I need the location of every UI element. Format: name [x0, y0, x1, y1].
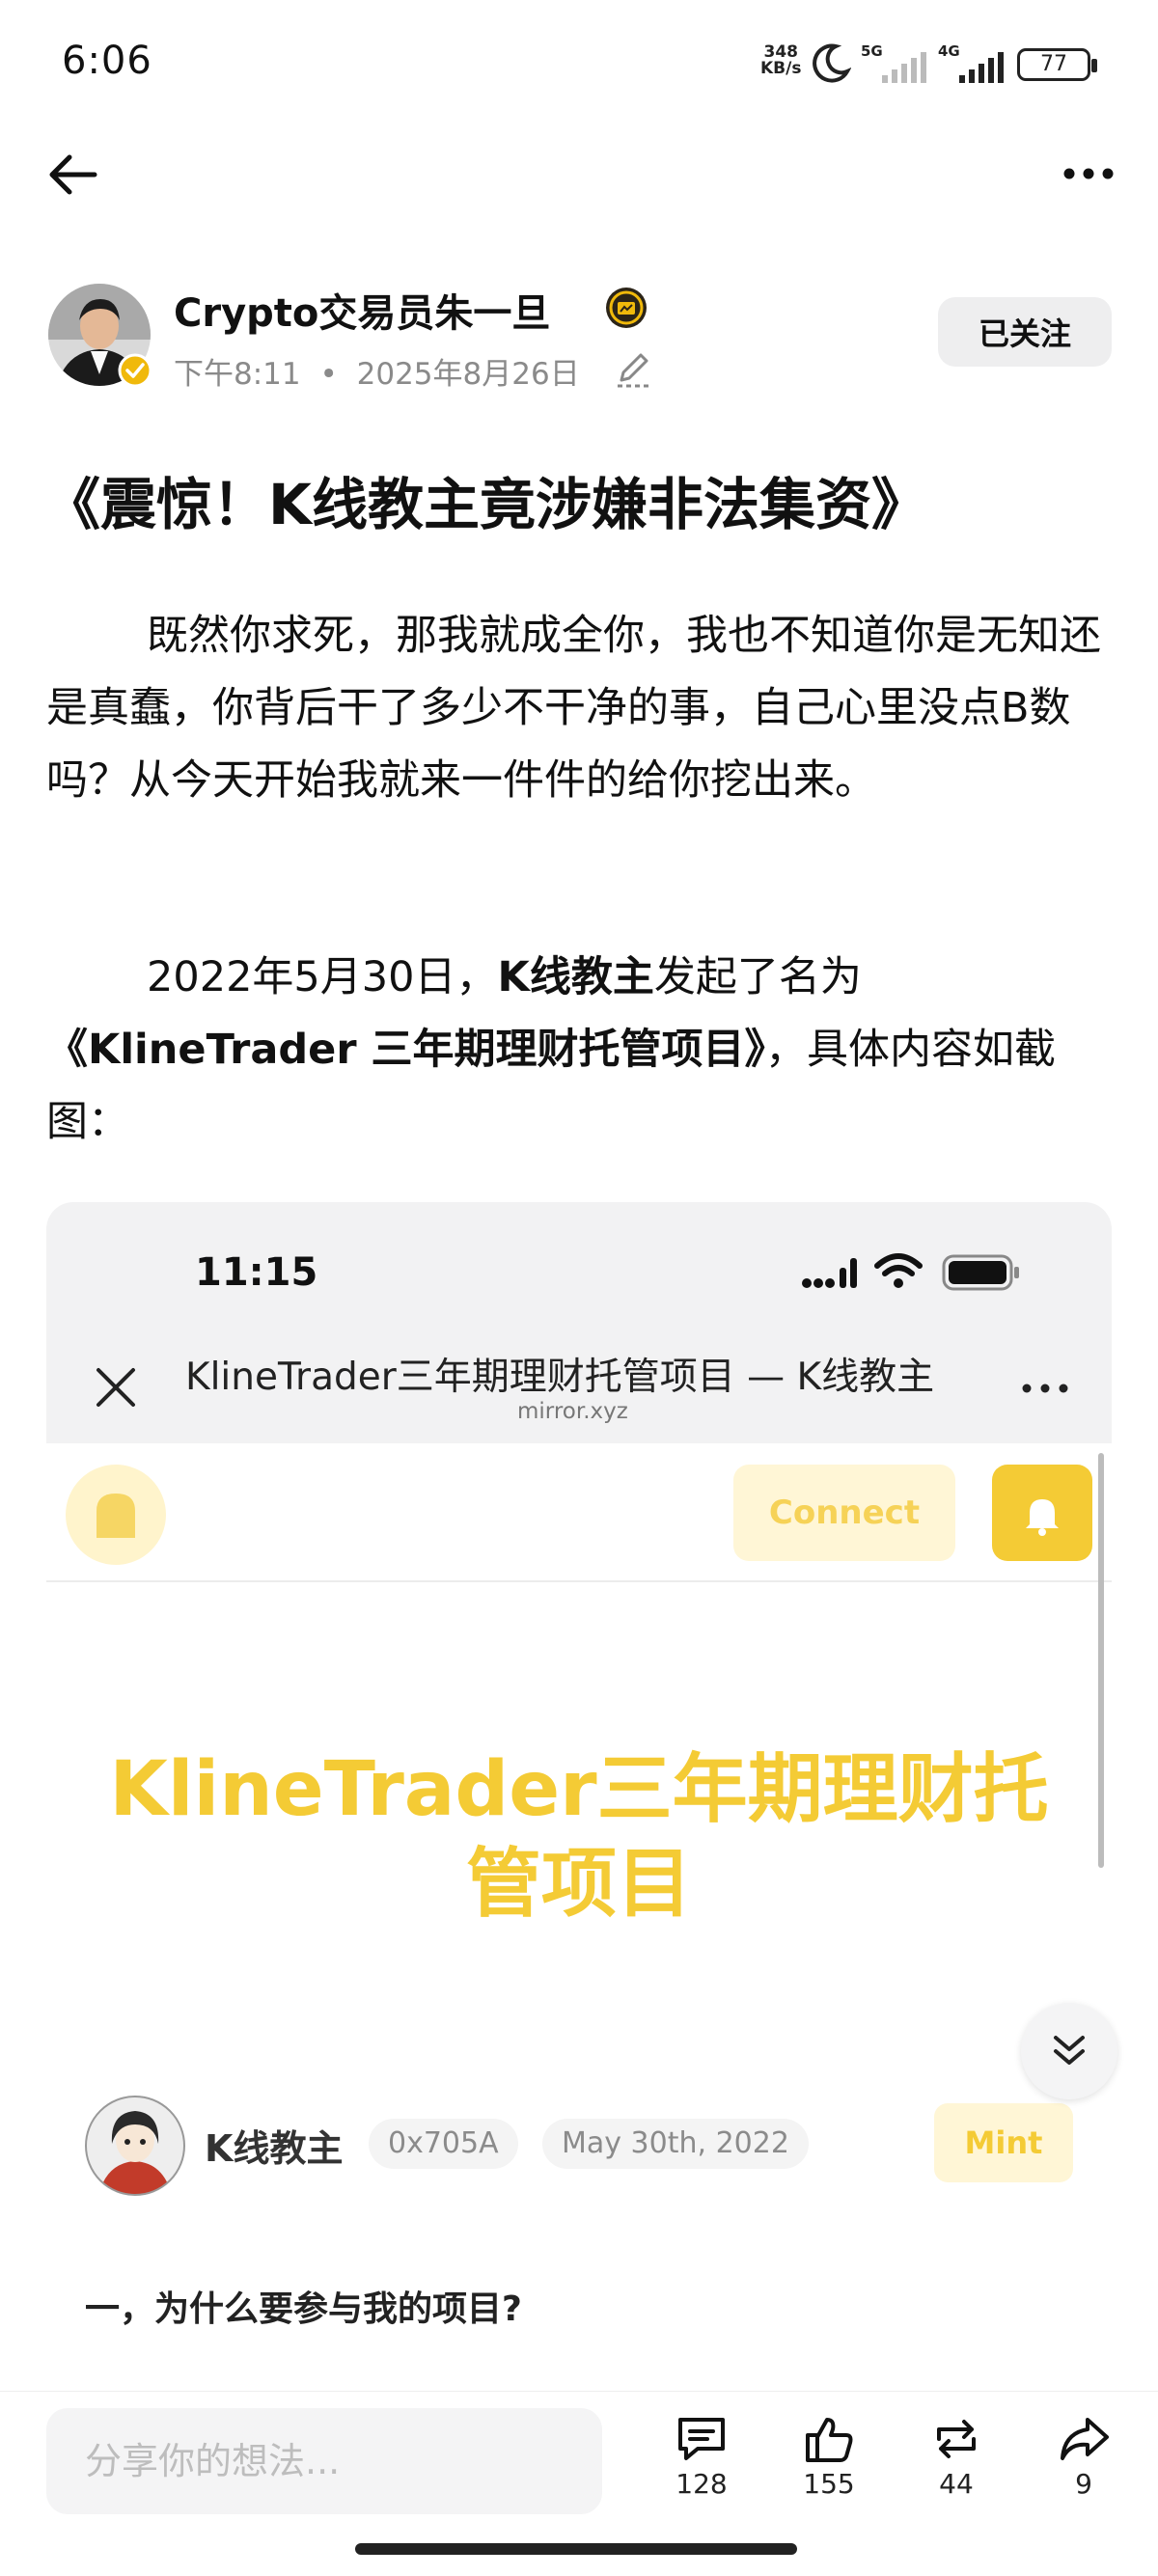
comment-count: 128: [676, 2468, 728, 2500]
embedded-close-icon: [96, 1368, 135, 1407]
network-speed-unit: KB/s: [760, 59, 802, 78]
repost-count: 44: [939, 2468, 974, 2500]
share-icon: [1061, 2418, 1109, 2460]
creator-badge-icon: [606, 288, 647, 328]
scroll-down-button[interactable]: [1021, 2003, 1117, 2099]
article-paragraph-1: 既然你求死，那我就成全你，我也不知道你是无知还是真蠢，你背后干了多少不干净的事，…: [46, 612, 1101, 805]
para2-text: 发起了名为: [653, 953, 862, 1001]
moon-icon: [813, 43, 851, 83]
embedded-heading-line1: KlineTrader三年期理财托: [109, 1746, 1049, 1833]
repost-icon: [937, 2420, 976, 2458]
post-date: 2025年8月26日: [356, 357, 580, 392]
status-time: 6:06: [62, 39, 152, 83]
battery-icon: 77: [1017, 48, 1097, 81]
post-time: 下午8:11: [174, 357, 301, 392]
embedded-connect-button: Connect: [733, 1465, 955, 1561]
signal-4g-icon: 4G: [938, 42, 1007, 85]
thumbs-up-icon: [806, 2418, 853, 2462]
like-count: 155: [803, 2468, 855, 2500]
share-action[interactable]: 9: [1031, 2414, 1137, 2500]
embedded-heading-line2: 管项目: [465, 1841, 692, 1928]
embedded-subheading: 一，为什么要参与我的项目?: [85, 2289, 522, 2329]
embedded-battery-icon: [942, 1254, 1019, 1291]
embedded-author-avatar: [85, 2096, 185, 2196]
article-paragraph-2: 2022年5月30日，K线教主发起了名为《KlineTrader 三年期理财托管…: [46, 942, 1117, 1159]
edit-pencil-icon: [618, 353, 648, 388]
embedded-author-name: K线教主: [205, 2127, 344, 2170]
embedded-site-logo-icon: [66, 1465, 166, 1565]
double-chevron-down-icon: [1054, 2036, 1085, 2065]
signal-5g-icon: 5G: [861, 42, 928, 85]
author-name[interactable]: Crypto交易员朱一旦: [174, 282, 550, 338]
embedded-screenshot[interactable]: 11:15 KlineTrader三年期理财托管项目 — K线教主 mirror…: [46, 1202, 1112, 2395]
embedded-status-time: 11:15: [195, 1250, 318, 1295]
repost-action[interactable]: 44: [903, 2414, 1009, 2500]
bell-icon: [1026, 1499, 1059, 1536]
embedded-date-chip: May 30th, 2022: [542, 2119, 809, 2169]
para2-kline-master: K线教主: [497, 953, 654, 1001]
embedded-tab-title: KlineTrader三年期理财托管项目 — K线教主: [185, 1356, 935, 1399]
battery-level: 77: [1040, 52, 1067, 76]
comment-input[interactable]: [46, 2408, 602, 2514]
like-action[interactable]: 155: [776, 2414, 882, 2500]
follow-button[interactable]: 已关注: [938, 297, 1112, 367]
embedded-scrollbar: [1098, 1453, 1104, 1868]
embedded-signal-icon: [802, 1258, 857, 1288]
more-options-icon[interactable]: [1062, 164, 1116, 183]
home-indicator: [355, 2543, 797, 2555]
embedded-notification-button: [992, 1465, 1092, 1561]
post-meta: 下午8:11 • 2025年8月26日: [174, 357, 580, 392]
embedded-more-icon: [1022, 1384, 1068, 1393]
embedded-url: mirror.xyz: [517, 1399, 628, 1424]
verified-badge-icon: [118, 353, 152, 388]
embedded-wifi-icon: [874, 1253, 923, 1288]
author-avatar[interactable]: [46, 282, 152, 388]
comment-icon: [678, 2418, 725, 2460]
para2-project-name: 《KlineTrader 三年期理财托管项目》: [46, 1026, 766, 1074]
para2-date: 2022年5月30日，: [147, 953, 498, 1001]
back-arrow-icon[interactable]: [46, 152, 98, 197]
embedded-divider: [46, 1580, 1112, 1582]
share-count: 9: [1075, 2468, 1092, 2500]
embedded-mint-button: Mint: [934, 2103, 1073, 2182]
embedded-address-chip: 0x705A: [369, 2119, 518, 2169]
embedded-heading: KlineTrader三年期理财托 管项目: [85, 1742, 1073, 1932]
article-title: 《震惊！K线教主竟涉嫌非法集资》: [44, 472, 927, 537]
network-speed: 348 KB/s: [760, 44, 801, 77]
comment-action[interactable]: 128: [648, 2414, 755, 2500]
